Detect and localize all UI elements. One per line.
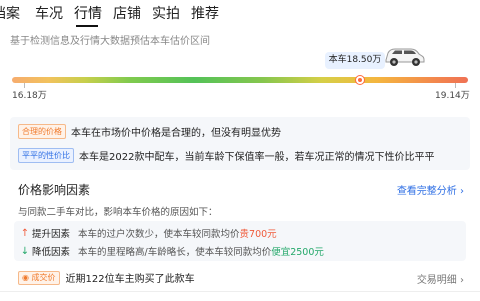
factor-amount: 贵700元 (239, 229, 277, 240)
price-summary-card: 合理的价格 本车在市场价中价格是合理的，但没有明显优势 平平的性价比 本车是20… (10, 117, 470, 170)
factor-amount: 便宜2500元 (271, 247, 324, 258)
deal-text: 近期122位车主购买了此款车 (65, 274, 195, 285)
factor-row-increase: ↑ 提升因素 本车的过户次数少，使本车较同款均价贵700元 (20, 226, 277, 241)
factors-box: ↑ 提升因素 本车的过户次数少，使本车较同款均价贵700元 ↓ 降低因素 本车的… (14, 221, 466, 261)
factor-label: 提升因素 (32, 229, 71, 240)
tab-store[interactable]: 店铺 (113, 4, 141, 24)
tab-photos[interactable]: 实拍 (152, 4, 180, 24)
tab-market[interactable]: 行情 (74, 4, 102, 24)
factor-label: 降低因素 (32, 247, 71, 258)
deal-tag-label: 成交价 (31, 272, 56, 282)
summary-item-text: 本车是2022款中配车，当前车龄下保值率一般，若车况正常的情况下性价比平平 (79, 152, 435, 163)
trade-detail-link[interactable]: 交易明细 › (417, 271, 464, 286)
value-rating-tag: 平平的性价比 (18, 148, 74, 163)
summary-item: 平平的性价比 本车是2022款中配车，当前车龄下保值率一般，若车况正常的情况下性… (18, 148, 434, 163)
up-arrow-icon: ↑ (20, 227, 30, 239)
factor-row-decrease: ↓ 降低因素 本车的里程略高/车龄略长，使本车较同款均价便宜2500元 (20, 244, 324, 259)
chevron-right-icon: › (460, 186, 464, 197)
factor-description: 本车的过户次数少，使本车较同款均价贵700元 (78, 226, 277, 240)
estimate-basis-text: 基于检测信息及行情大数据预估本车估价区间 (10, 36, 210, 47)
factors-title: 价格影响因素 (18, 183, 91, 197)
summary-item-text: 本车在市场价中价格是合理的，但没有明显优势 (71, 128, 281, 139)
price-range-gauge (12, 77, 468, 83)
summary-item: 合理的价格 本车在市场价中价格是合理的，但没有明显优势 (18, 124, 281, 139)
tab-condition[interactable]: 车况 (35, 4, 63, 24)
deal-summary: ◉ 成交价 近期122位车主购买了此款车 (18, 270, 195, 285)
car-icon (385, 48, 425, 66)
fire-icon: ◉ (22, 272, 32, 282)
active-tab-indicator (76, 25, 98, 27)
trade-detail-label: 交易明细 (416, 275, 457, 286)
tab-recommend[interactable]: 推荐 (191, 4, 219, 24)
reasonable-price-tag: 合理的价格 (18, 124, 66, 139)
factor-description: 本车的里程略高/车龄略长，使本车较同款均价便宜2500元 (78, 244, 324, 258)
comparison-description: 与同款二手车对比，影响本车价格的原因如下： (18, 207, 218, 218)
down-arrow-icon: ↓ (20, 245, 30, 257)
tab-archive[interactable]: 档案 (0, 4, 20, 24)
min-price-label: 16.18万 (12, 91, 47, 101)
full-analysis-link[interactable]: 查看完整分析 › (397, 182, 464, 197)
current-price-marker (356, 76, 364, 84)
tab-bar: 档案 车况 行情 店铺 实拍 推荐 (0, 0, 480, 28)
max-price-label: 19.14万 (435, 91, 470, 101)
divider (0, 291, 480, 292)
factor-description-text: 本车的过户次数少，使本车较同款均价 (78, 229, 240, 240)
deal-price-tag: ◉ 成交价 (18, 270, 60, 285)
current-price-bubble: 本车18.50万 (325, 52, 385, 69)
full-analysis-label: 查看完整分析 (396, 186, 457, 197)
chevron-right-icon: › (460, 275, 464, 286)
factor-description-text: 本车的里程略高/车龄略长，使本车较同款均价 (78, 247, 272, 258)
